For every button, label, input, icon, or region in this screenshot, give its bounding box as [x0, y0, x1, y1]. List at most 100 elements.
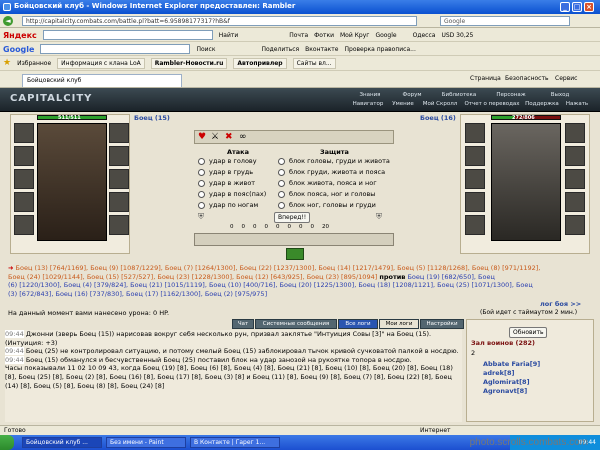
minimize-button[interactable]: _: [560, 2, 570, 12]
ring-slot[interactable]: [109, 146, 129, 166]
earrings-slot[interactable]: [565, 123, 585, 143]
earrings-slot[interactable]: [109, 123, 129, 143]
menu-bottom-item[interactable]: Поддержка: [524, 101, 560, 108]
defense-option[interactable]: блок пояса, ног и головы: [278, 190, 375, 198]
yandex-item[interactable]: Фотки: [314, 32, 334, 39]
task-item[interactable]: В Контакте | Гарег 1...: [190, 437, 280, 448]
team-red-list[interactable]: Боец (13) [764/1169], Боец (9) [1087/122…: [16, 264, 470, 272]
heart-icon[interactable]: ♥: [198, 132, 206, 142]
user-item[interactable]: Abbate Faria[9]: [483, 360, 540, 368]
pants-slot[interactable]: [109, 215, 129, 235]
attack-option[interactable]: удар в пояс(пах): [198, 190, 266, 198]
menu-bottom-item[interactable]: Навигатор: [350, 101, 386, 108]
skill-slot[interactable]: [286, 248, 304, 260]
defense-radio[interactable]: [278, 157, 285, 165]
menu-bottom-item[interactable]: Умение: [388, 101, 418, 108]
close-button[interactable]: ×: [584, 2, 594, 12]
ie-cmd-item[interactable]: Страница: [470, 75, 501, 82]
google-item[interactable]: Вконтакте: [305, 46, 338, 53]
boots-slot[interactable]: [14, 215, 34, 235]
team-blue-list[interactable]: Боец (19) [682/650], Боец: [407, 273, 494, 281]
tab-settings[interactable]: Настройки: [420, 319, 464, 329]
weapon-slot[interactable]: [465, 146, 485, 166]
go-button[interactable]: Вперед!!: [274, 212, 311, 223]
favorites-button[interactable]: Избранное: [17, 60, 51, 67]
tab-system[interactable]: Системные сообщения: [255, 319, 337, 329]
defense-option[interactable]: блок живота, пояса и ног: [278, 179, 377, 187]
armor-slot[interactable]: [14, 169, 34, 189]
ie-cmd-item[interactable]: Сервис: [555, 75, 577, 82]
defense-radio[interactable]: [278, 201, 285, 209]
ring-slot[interactable]: [565, 146, 585, 166]
search-engine-input[interactable]: Google: [440, 16, 570, 26]
tab-my-logs[interactable]: Мои логи: [379, 319, 419, 329]
tab-all-logs[interactable]: Все логи: [338, 319, 378, 329]
menu-top-item[interactable]: Персонаж: [486, 92, 536, 99]
refresh-button[interactable]: Обновить: [509, 327, 548, 338]
url-input[interactable]: http://capitalcity.combats.com/battle.pl…: [22, 16, 417, 26]
menu-bottom-item[interactable]: Отчет о переводах: [462, 101, 522, 108]
skills-bar[interactable]: [194, 233, 394, 246]
attack-option[interactable]: удар в грудь: [198, 168, 253, 176]
attack-radio[interactable]: [198, 190, 205, 198]
yandex-item[interactable]: Одесса: [413, 32, 436, 39]
defense-radio[interactable]: [278, 179, 285, 187]
belt-slot[interactable]: [14, 192, 34, 212]
favorite-item[interactable]: Сайты вл...: [292, 57, 336, 69]
right-fighter-portrait[interactable]: [491, 123, 561, 241]
google-search-input[interactable]: [40, 44, 191, 54]
gloves-slot[interactable]: [565, 169, 585, 189]
menu-top-item[interactable]: Библиотека: [434, 92, 484, 99]
google-item[interactable]: Поиск: [196, 46, 215, 53]
shield-slot[interactable]: [565, 192, 585, 212]
tab-chat[interactable]: Чат: [232, 319, 254, 329]
defense-radio[interactable]: [278, 168, 285, 176]
back-arrow-icon[interactable]: ◄: [3, 16, 13, 26]
helmet-slot[interactable]: [465, 123, 485, 143]
menu-top-item[interactable]: Знания: [350, 92, 390, 99]
attack-option[interactable]: удар в живот: [198, 179, 255, 187]
defense-option[interactable]: блок ног, головы и груди: [278, 201, 376, 209]
defense-radio[interactable]: [278, 190, 285, 198]
glasses-icon[interactable]: ∞: [239, 132, 247, 142]
google-item[interactable]: Поделиться: [261, 46, 299, 53]
user-item[interactable]: Aglomirat[8]: [483, 378, 530, 386]
team-red-list[interactable]: Боец (24) [1029/1144], Боец (15) [527/52…: [8, 273, 377, 281]
attack-option[interactable]: удар по ногам: [198, 201, 258, 209]
left-fighter-name[interactable]: Боец (15): [134, 114, 170, 122]
favorite-item[interactable]: Rambler-Новости.ru: [150, 57, 228, 69]
tab-game[interactable]: Бойцовский клуб: [22, 74, 182, 87]
google-item[interactable]: Проверка правописа...: [345, 46, 416, 53]
helmet-slot[interactable]: [14, 123, 34, 143]
yandex-find-button[interactable]: Найти: [219, 32, 238, 39]
defense-option[interactable]: блок головы, груди и живота: [278, 157, 390, 165]
weapon-slot[interactable]: [14, 146, 34, 166]
menu-bottom-item[interactable]: Мой Скролл: [420, 101, 460, 108]
attack-radio[interactable]: [198, 179, 205, 187]
team-blue-list[interactable]: (6) [1220/1300], Боец (4) [379/824], Бое…: [8, 281, 593, 290]
attack-radio[interactable]: [198, 168, 205, 176]
menu-top-item[interactable]: Выход: [540, 92, 580, 99]
battle-log-link[interactable]: лог боя >>: [540, 300, 581, 308]
right-fighter-name[interactable]: Боец (16): [420, 114, 456, 122]
defense-option[interactable]: блок груди, живота и пояса: [278, 168, 385, 176]
user-item[interactable]: Agronavt[8]: [483, 387, 527, 395]
attack-radio[interactable]: [198, 201, 205, 209]
task-item[interactable]: Бойцовский клуб ...: [22, 437, 102, 448]
attack-radio[interactable]: [198, 157, 205, 165]
yandex-search-input[interactable]: [42, 30, 213, 40]
armor-slot[interactable]: [465, 169, 485, 189]
sword-icon[interactable]: ⚔: [211, 132, 219, 142]
gloves-slot[interactable]: [109, 169, 129, 189]
boots-slot[interactable]: [465, 215, 485, 235]
menu-top-item[interactable]: Форум: [392, 92, 432, 99]
favorite-item[interactable]: Автопривлер: [233, 57, 287, 69]
task-item[interactable]: Без имени - Paint: [106, 437, 186, 448]
yandex-item[interactable]: Почта: [289, 32, 308, 39]
team-blue-list[interactable]: (3) [672/843], Боец (16) [737/830], Боец…: [8, 290, 593, 299]
attack-option[interactable]: удар в голову: [198, 157, 257, 165]
yandex-item[interactable]: USD 30,25: [441, 32, 473, 39]
start-button[interactable]: [0, 435, 14, 450]
left-fighter-portrait[interactable]: [37, 123, 107, 241]
yandex-item[interactable]: Google: [375, 32, 396, 39]
